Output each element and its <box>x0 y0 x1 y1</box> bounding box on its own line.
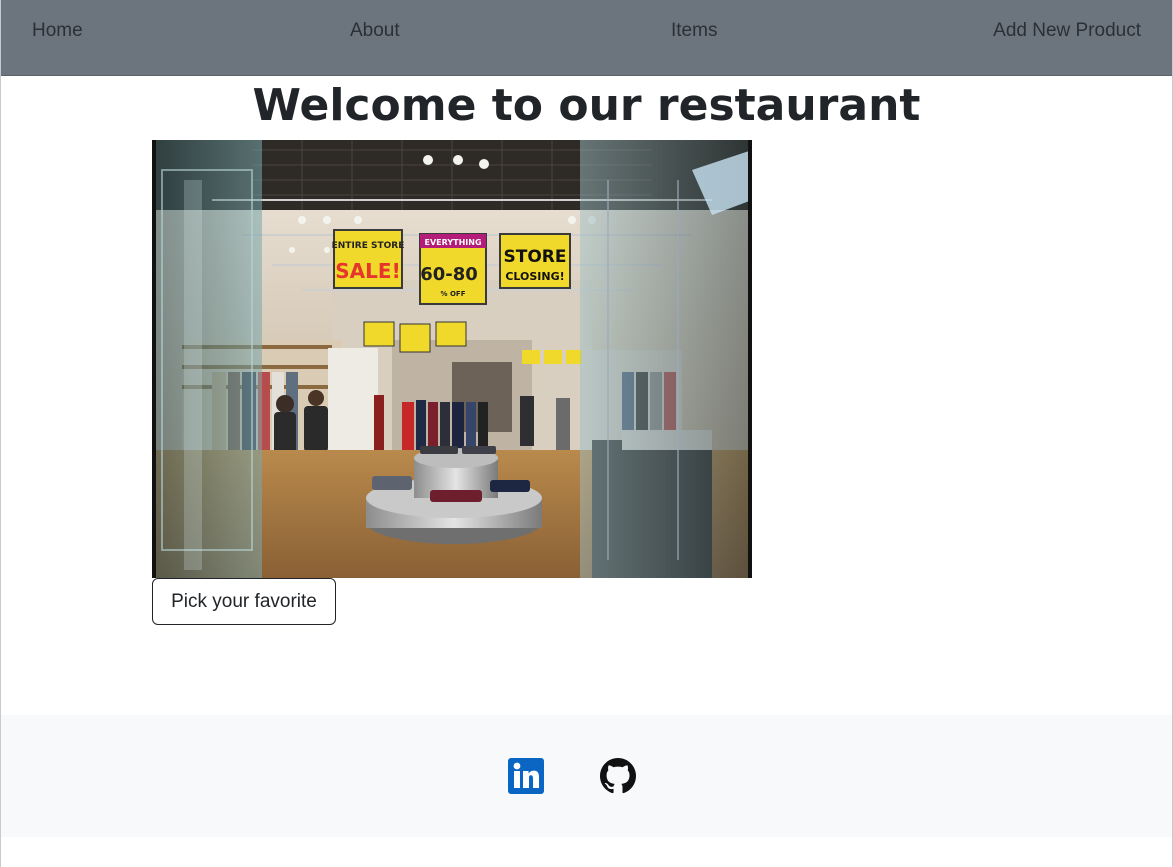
sign-sale: SALE! <box>335 259 400 283</box>
github-icon[interactable] <box>600 758 636 794</box>
nav-items-link[interactable]: Items <box>671 20 717 42</box>
page-title: Welcome to our restaurant <box>252 80 921 131</box>
nav-add-new-product-link[interactable]: Add New Product <box>993 20 1141 42</box>
pick-favorite-button[interactable]: Pick your favorite <box>152 578 336 625</box>
navbar: Home About Items Add New Product <box>1 0 1172 76</box>
nav-home-link[interactable]: Home <box>32 20 83 42</box>
store-interior-illustration: ENTIRE STORE SALE! EVERYTHING 60-80 % OF… <box>152 140 752 578</box>
sign-store: STORE <box>504 247 567 267</box>
footer <box>1 715 1172 837</box>
page: Home About Items Add New Product Welcome… <box>0 0 1173 867</box>
sign-60-80: 60-80 <box>420 264 478 285</box>
sign-entire-store: ENTIRE STORE <box>332 241 405 251</box>
sign-everything: EVERYTHING <box>424 238 481 247</box>
linkedin-icon[interactable] <box>508 758 544 794</box>
sign-percent-off: % OFF <box>441 290 466 298</box>
sign-closing: CLOSING! <box>505 270 564 283</box>
nav-about-link[interactable]: About <box>350 20 400 42</box>
store-image: ENTIRE STORE SALE! EVERYTHING 60-80 % OF… <box>152 140 752 578</box>
